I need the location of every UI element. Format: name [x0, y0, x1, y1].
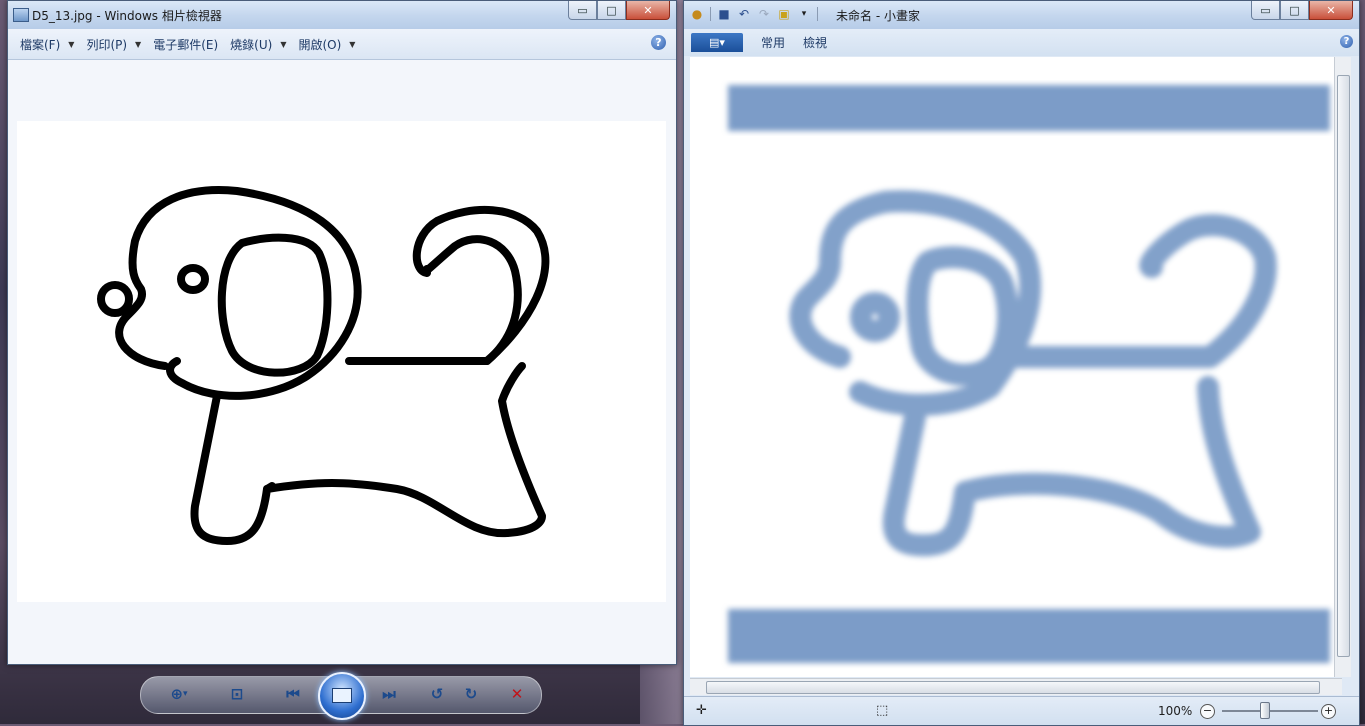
- undo-icon[interactable]: ↶: [737, 7, 751, 21]
- menu-email[interactable]: 電子郵件(E): [147, 33, 224, 55]
- menu-burn-label: 燒錄(U): [230, 37, 273, 52]
- qat-separator: [817, 7, 818, 21]
- help-icon[interactable]: ?: [1340, 35, 1353, 48]
- photo-viewer-icon: [13, 8, 29, 22]
- tab-view[interactable]: 檢視: [803, 34, 827, 51]
- delete-icon[interactable]: ✕: [506, 684, 528, 704]
- canvas-area: [690, 57, 1342, 677]
- menu-print-label: 列印(P): [86, 37, 128, 52]
- paint-canvas[interactable]: [690, 57, 1342, 677]
- chevron-down-icon: ▼: [280, 39, 287, 49]
- fit-window-icon[interactable]: ⊡: [226, 684, 248, 704]
- paint-title: 未命名 - 小畫家: [836, 9, 920, 23]
- quick-access-toolbar: ● ■ ↶ ↷ ▣ ▾: [690, 7, 818, 21]
- cursor-position-icon: ✛: [696, 703, 707, 718]
- paint-window: ● ■ ↶ ↷ ▣ ▾ 未命名 - 小畫家 ▭ □ ✕ ▤▾ 常用 檢視 ? ✛…: [683, 0, 1360, 726]
- photo-viewer-window: D5_13.jpg - Windows 相片檢視器 ▭ □ ✕ 檔案(F) ▼ 列…: [7, 0, 677, 665]
- zoom-out-button[interactable]: −: [1200, 704, 1215, 719]
- tab-home[interactable]: 常用: [761, 34, 785, 51]
- dog-outline-svg: [97, 186, 550, 545]
- vertical-scrollbar[interactable]: [1334, 57, 1351, 677]
- customize-qat-icon[interactable]: ▾: [797, 7, 811, 21]
- minimize-button[interactable]: ▭: [568, 1, 597, 20]
- help-icon[interactable]: ?: [651, 35, 666, 50]
- maximize-button[interactable]: □: [597, 1, 626, 20]
- ribbon-tabs: ▤▾ 常用 檢視: [684, 29, 1359, 56]
- viewer-body: [8, 60, 676, 664]
- menu-open[interactable]: 開啟(O) ▼: [292, 33, 361, 55]
- paint-file-menu-button[interactable]: ▤▾: [691, 33, 743, 52]
- close-button[interactable]: ✕: [626, 1, 670, 20]
- dog-line-drawing: [17, 121, 666, 602]
- menu-burn[interactable]: 燒錄(U) ▼: [224, 33, 292, 55]
- save-icon[interactable]: ■: [717, 7, 731, 21]
- menu-email-label: 電子郵件(E): [153, 37, 219, 52]
- viewer-menubar: 檔案(F) ▼ 列印(P) ▼ 電子郵件(E) 燒錄(U) ▼ 開啟(O) ▼: [8, 29, 676, 60]
- redo-icon[interactable]: ↷: [757, 7, 771, 21]
- selection-size-icon: ⬚: [876, 703, 889, 718]
- zoom-icon[interactable]: ⊕ ▾: [168, 684, 190, 704]
- previous-icon[interactable]: ⏮: [282, 684, 304, 704]
- rotate-left-icon[interactable]: ↺: [426, 684, 448, 704]
- viewer-titlebar[interactable]: D5_13.jpg - Windows 相片檢視器 ▭ □ ✕: [8, 1, 676, 29]
- rotate-right-icon[interactable]: ↻: [460, 684, 482, 704]
- next-icon[interactable]: ⏭: [378, 684, 400, 704]
- zoom-level: 100%: [1158, 704, 1193, 718]
- slideshow-screen: [332, 688, 352, 703]
- chevron-down-icon: ▼: [68, 39, 75, 49]
- maximize-button[interactable]: □: [1280, 1, 1309, 20]
- paint-app-icon[interactable]: ●: [690, 7, 704, 21]
- qat-separator: [710, 7, 711, 21]
- slideshow-icon[interactable]: [318, 672, 366, 720]
- blurred-dog-svg: [728, 85, 1330, 663]
- menu-file-label: 檔案(F): [20, 37, 61, 52]
- scroll-thumb[interactable]: [706, 681, 1320, 694]
- paint-statusbar: ✛ ⬚ 100% − +: [684, 696, 1359, 725]
- zoom-slider-thumb[interactable]: [1260, 702, 1270, 719]
- horizontal-scrollbar[interactable]: [690, 678, 1342, 695]
- chevron-down-icon: ▼: [135, 39, 142, 49]
- paint-titlebar[interactable]: ● ■ ↶ ↷ ▣ ▾ 未命名 - 小畫家 ▭ □ ✕: [684, 1, 1359, 29]
- scroll-thumb[interactable]: [1337, 75, 1350, 657]
- chevron-down-icon: ▼: [349, 39, 356, 49]
- viewer-title: D5_13.jpg - Windows 相片檢視器: [32, 9, 222, 23]
- menu-file[interactable]: 檔案(F) ▼: [14, 33, 80, 55]
- minimize-button[interactable]: ▭: [1251, 1, 1280, 20]
- zoom-in-button[interactable]: +: [1321, 704, 1336, 719]
- menu-print[interactable]: 列印(P) ▼: [80, 33, 147, 55]
- zoom-slider-track[interactable]: [1222, 710, 1318, 712]
- close-button[interactable]: ✕: [1309, 1, 1353, 20]
- menu-open-label: 開啟(O): [298, 37, 342, 52]
- properties-icon[interactable]: ▣: [777, 7, 791, 21]
